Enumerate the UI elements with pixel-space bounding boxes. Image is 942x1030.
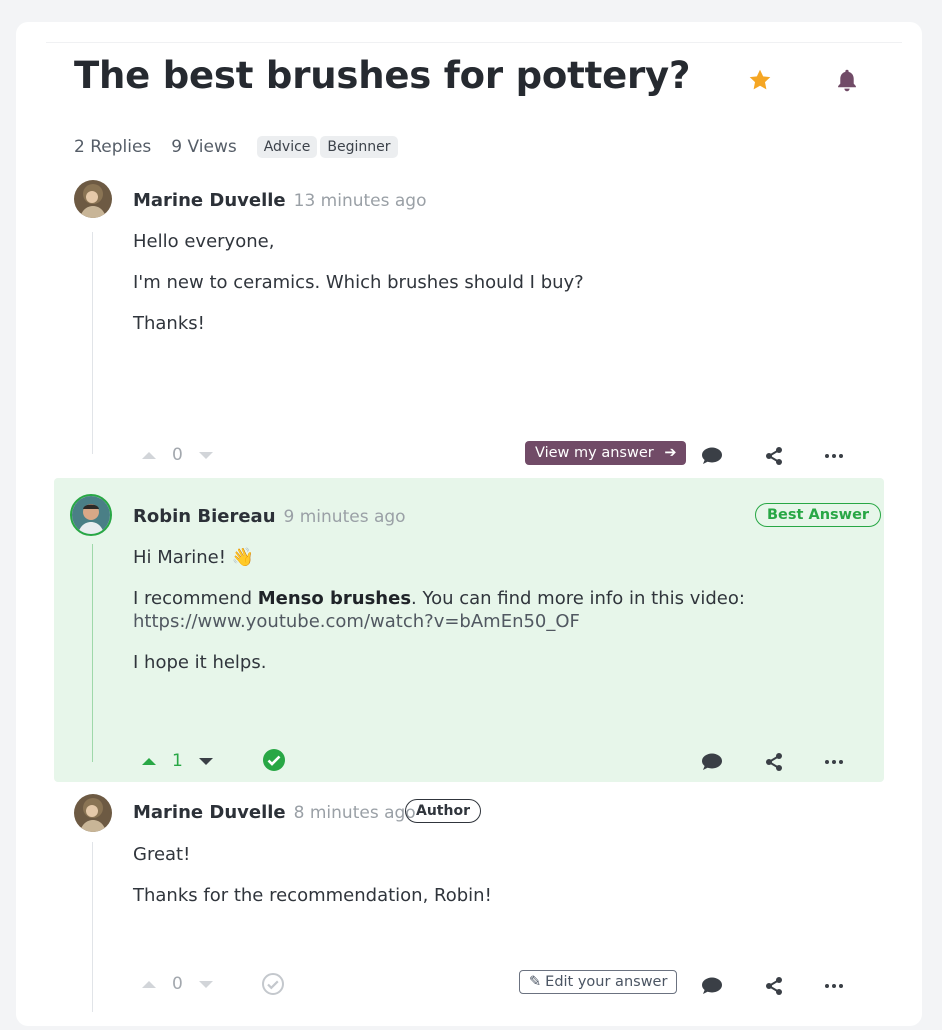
reply-post: Marine Duvelle 8 minutes ago Author Great… <box>16 792 922 1012</box>
avatar[interactable] <box>70 494 112 536</box>
more-options-button[interactable] <box>822 974 846 998</box>
bell-icon <box>838 69 856 92</box>
best-answer-badge: Best Answer <box>755 503 882 527</box>
thread-line <box>92 232 93 454</box>
accepted-answer-toggle[interactable] <box>262 748 286 772</box>
check-circle-outline-icon <box>262 973 284 995</box>
downvote-button[interactable] <box>198 451 213 459</box>
follow-button[interactable] <box>831 64 863 96</box>
post-time: 13 minutes ago <box>293 191 427 211</box>
tag-beginner[interactable]: Beginner <box>320 136 398 158</box>
share-icon <box>766 753 782 771</box>
author-badge: Author <box>405 799 481 823</box>
upvote-button[interactable] <box>142 757 156 765</box>
upvote-button[interactable] <box>142 980 156 988</box>
post-body: Hi Marine! 👋 I recommend Menso brushes. … <box>133 547 745 673</box>
vote-count: 0 <box>172 445 183 465</box>
favorite-button[interactable] <box>744 64 776 96</box>
more-options-button[interactable] <box>822 750 846 774</box>
share-icon <box>766 447 782 465</box>
ellipsis-icon <box>825 454 843 458</box>
post-body: Great! Thanks for the recommendation, Ro… <box>133 844 492 906</box>
vote-count: 0 <box>172 974 183 994</box>
comment-button[interactable] <box>700 750 724 774</box>
post-time: 9 minutes ago <box>283 507 406 527</box>
ellipsis-icon <box>825 984 843 988</box>
forum-post-card: The best brushes for pottery? 2 Replies … <box>16 22 922 1026</box>
question-post: Marine Duvelle 13 minutes ago Hello every… <box>16 180 922 470</box>
post-body: Hello everyone, I'm new to ceramics. Whi… <box>133 231 584 334</box>
thread-line <box>92 544 93 762</box>
comment-icon <box>702 753 722 770</box>
divider <box>46 42 902 43</box>
avatar-marine-image <box>74 180 112 218</box>
comment-button[interactable] <box>700 444 724 468</box>
share-icon <box>766 977 782 995</box>
post-author[interactable]: Marine Duvelle 13 minutes ago <box>133 190 427 211</box>
replies-count: 2 Replies <box>74 137 152 157</box>
page-title: The best brushes for pottery? <box>74 54 691 97</box>
best-answer-post: Robin Biereau 9 minutes ago Best Answer H… <box>54 478 884 782</box>
more-options-button[interactable] <box>822 444 846 468</box>
vote-count: 1 <box>172 751 183 771</box>
avatar[interactable] <box>74 794 112 832</box>
pencil-icon: ✎ <box>529 974 542 990</box>
downvote-button[interactable] <box>198 980 213 988</box>
tag-advice[interactable]: Advice <box>256 136 318 158</box>
post-actions: 1 <box>142 746 213 776</box>
mark-best-answer-button[interactable] <box>261 972 285 996</box>
post-actions: 0 <box>142 440 213 470</box>
comment-icon <box>702 977 722 994</box>
avatar-robin-image <box>72 496 110 534</box>
post-actions: 0 <box>142 969 213 999</box>
ellipsis-icon <box>825 760 843 764</box>
views-count: 9 Views <box>171 137 237 157</box>
edit-answer-button[interactable]: ✎ Edit your answer <box>519 970 678 994</box>
star-icon <box>749 69 771 90</box>
downvote-button[interactable] <box>198 757 213 765</box>
avatar-marine-image <box>74 794 112 832</box>
post-author[interactable]: Robin Biereau 9 minutes ago <box>133 506 406 527</box>
share-button[interactable] <box>762 750 786 774</box>
comment-button[interactable] <box>700 974 724 998</box>
comment-icon <box>702 447 722 464</box>
post-time: 8 minutes ago <box>293 803 416 823</box>
video-link[interactable]: https://www.youtube.com/watch?v=bAmEn50_… <box>133 611 580 632</box>
share-button[interactable] <box>762 974 786 998</box>
post-author[interactable]: Marine Duvelle 8 minutes ago <box>133 802 416 823</box>
question-meta: 2 Replies 9 Views Advice Beginner <box>74 136 401 158</box>
thread-line <box>92 842 93 1012</box>
share-button[interactable] <box>762 444 786 468</box>
check-circle-icon <box>263 749 285 771</box>
avatar[interactable] <box>74 180 112 218</box>
upvote-button[interactable] <box>142 451 156 459</box>
arrow-right-icon: ➔ <box>664 445 677 461</box>
view-my-answer-button[interactable]: View my answer ➔ <box>525 441 687 465</box>
